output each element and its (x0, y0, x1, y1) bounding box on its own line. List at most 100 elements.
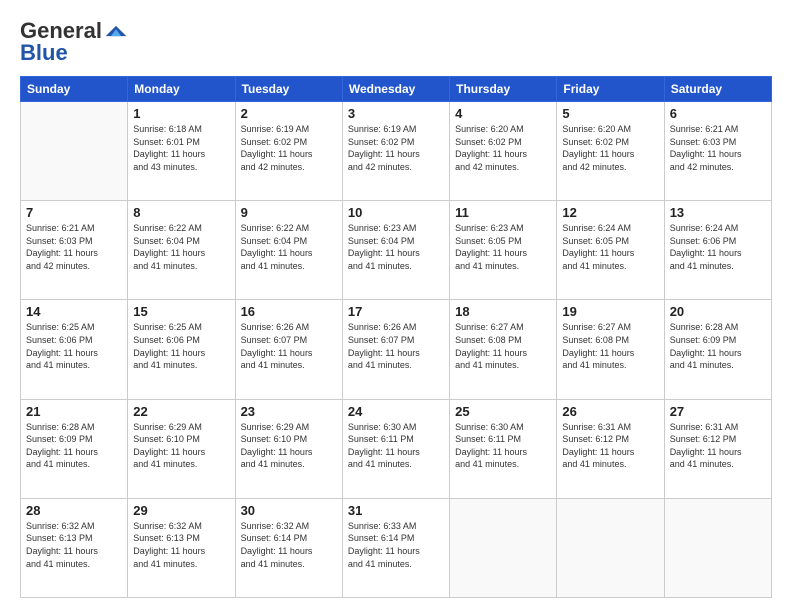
day-info: Sunrise: 6:19 AM Sunset: 6:02 PM Dayligh… (348, 123, 444, 173)
week-row-4: 28Sunrise: 6:32 AM Sunset: 6:13 PM Dayli… (21, 498, 772, 597)
calendar-cell: 26Sunrise: 6:31 AM Sunset: 6:12 PM Dayli… (557, 399, 664, 498)
day-number: 23 (241, 404, 337, 419)
day-info: Sunrise: 6:28 AM Sunset: 6:09 PM Dayligh… (26, 421, 122, 471)
week-row-3: 21 Sunrise: 6:28 AM Sunset: 6:09 PM Dayli… (21, 399, 772, 498)
day-number: 26 (562, 404, 658, 419)
day-info: Sunrise: 6:29 AM Sunset: 6:10 PM Dayligh… (133, 421, 229, 471)
day-number: 14 (26, 304, 122, 319)
day-info: Sunrise: 6:31 AM Sunset: 6:12 PM Dayligh… (670, 421, 766, 471)
calendar-cell: 21 Sunrise: 6:28 AM Sunset: 6:09 PM Dayli… (21, 399, 128, 498)
day-info: Sunrise: 6:25 AM Sunset: 6:06 PM Dayligh… (133, 321, 229, 371)
day-number: 8 (133, 205, 229, 220)
calendar-table: SundayMondayTuesdayWednesdayThursdayFrid… (20, 76, 772, 598)
calendar-cell: 11 Sunrise: 6:23 AM Sunset: 6:05 PM Dayli… (450, 201, 557, 300)
day-number: 17 (348, 304, 444, 319)
day-info: Sunrise: 6:28 AM Sunset: 6:09 PM Dayligh… (670, 321, 766, 371)
day-info: Sunrise: 6:21 AM Sunset: 6:03 PM Dayligh… (670, 123, 766, 173)
day-info: Sunrise: 6:27 AM Sunset: 6:08 PM Dayligh… (562, 321, 658, 371)
day-info: Sunrise: 6:23 AM Sunset: 6:04 PM Dayligh… (348, 222, 444, 272)
day-info: Sunrise: 6:19 AM Sunset: 6:02 PM Dayligh… (241, 123, 337, 173)
calendar-cell: 20 Sunrise: 6:28 AM Sunset: 6:09 PM Dayli… (664, 300, 771, 399)
day-number: 18 (455, 304, 551, 319)
day-number: 19 (562, 304, 658, 319)
day-number: 11 (455, 205, 551, 220)
day-number: 25 (455, 404, 551, 419)
week-row-2: 14 Sunrise: 6:25 AM Sunset: 6:06 PM Dayli… (21, 300, 772, 399)
day-number: 2 (241, 106, 337, 121)
day-number: 1 (133, 106, 229, 121)
calendar-cell: 1 Sunrise: 6:18 AM Sunset: 6:01 PM Daylig… (128, 102, 235, 201)
weekday-header-row: SundayMondayTuesdayWednesdayThursdayFrid… (21, 77, 772, 102)
day-info: Sunrise: 6:30 AM Sunset: 6:11 PM Dayligh… (348, 421, 444, 471)
calendar-cell (21, 102, 128, 201)
day-info: Sunrise: 6:22 AM Sunset: 6:04 PM Dayligh… (133, 222, 229, 272)
calendar-cell: 18 Sunrise: 6:27 AM Sunset: 6:08 PM Dayli… (450, 300, 557, 399)
calendar-cell: 30 Sunrise: 6:32 AM Sunset: 6:14 PM Dayli… (235, 498, 342, 597)
header: General Blue (20, 18, 772, 66)
day-number: 27 (670, 404, 766, 419)
calendar-cell: 10 Sunrise: 6:23 AM Sunset: 6:04 PM Dayli… (342, 201, 449, 300)
day-info: Sunrise: 6:25 AM Sunset: 6:06 PM Dayligh… (26, 321, 122, 371)
day-info: Sunrise: 6:21 AM Sunset: 6:03 PM Dayligh… (26, 222, 122, 272)
day-info: Sunrise: 6:22 AM Sunset: 6:04 PM Dayligh… (241, 222, 337, 272)
day-info: Sunrise: 6:26 AM Sunset: 6:07 PM Dayligh… (348, 321, 444, 371)
calendar-cell: 5 Sunrise: 6:20 AM Sunset: 6:02 PM Daylig… (557, 102, 664, 201)
logo: General Blue (20, 18, 128, 66)
day-number: 16 (241, 304, 337, 319)
day-info: Sunrise: 6:33 AM Sunset: 6:14 PM Dayligh… (348, 520, 444, 570)
day-number: 4 (455, 106, 551, 121)
day-info: Sunrise: 6:30 AM Sunset: 6:11 PM Dayligh… (455, 421, 551, 471)
day-number: 20 (670, 304, 766, 319)
calendar-cell (450, 498, 557, 597)
day-number: 7 (26, 205, 122, 220)
calendar-cell (557, 498, 664, 597)
calendar-cell: 12Sunrise: 6:24 AM Sunset: 6:05 PM Dayli… (557, 201, 664, 300)
calendar-cell: 22Sunrise: 6:29 AM Sunset: 6:10 PM Dayli… (128, 399, 235, 498)
calendar-cell: 9Sunrise: 6:22 AM Sunset: 6:04 PM Daylig… (235, 201, 342, 300)
calendar-cell: 4 Sunrise: 6:20 AM Sunset: 6:02 PM Daylig… (450, 102, 557, 201)
day-number: 5 (562, 106, 658, 121)
calendar-cell: 23 Sunrise: 6:29 AM Sunset: 6:10 PM Dayli… (235, 399, 342, 498)
day-info: Sunrise: 6:32 AM Sunset: 6:13 PM Dayligh… (133, 520, 229, 570)
day-number: 21 (26, 404, 122, 419)
weekday-header-tuesday: Tuesday (235, 77, 342, 102)
day-number: 12 (562, 205, 658, 220)
day-info: Sunrise: 6:27 AM Sunset: 6:08 PM Dayligh… (455, 321, 551, 371)
day-number: 6 (670, 106, 766, 121)
weekday-header-wednesday: Wednesday (342, 77, 449, 102)
day-number: 30 (241, 503, 337, 518)
calendar-cell: 28Sunrise: 6:32 AM Sunset: 6:13 PM Dayli… (21, 498, 128, 597)
day-number: 24 (348, 404, 444, 419)
day-info: Sunrise: 6:23 AM Sunset: 6:05 PM Dayligh… (455, 222, 551, 272)
calendar-cell: 7 Sunrise: 6:21 AM Sunset: 6:03 PM Daylig… (21, 201, 128, 300)
calendar-cell: 16Sunrise: 6:26 AM Sunset: 6:07 PM Dayli… (235, 300, 342, 399)
weekday-header-friday: Friday (557, 77, 664, 102)
day-number: 29 (133, 503, 229, 518)
day-number: 3 (348, 106, 444, 121)
day-info: Sunrise: 6:20 AM Sunset: 6:02 PM Dayligh… (562, 123, 658, 173)
weekday-header-sunday: Sunday (21, 77, 128, 102)
calendar-cell: 6 Sunrise: 6:21 AM Sunset: 6:03 PM Daylig… (664, 102, 771, 201)
day-number: 10 (348, 205, 444, 220)
week-row-1: 7 Sunrise: 6:21 AM Sunset: 6:03 PM Daylig… (21, 201, 772, 300)
calendar-cell: 29 Sunrise: 6:32 AM Sunset: 6:13 PM Dayli… (128, 498, 235, 597)
calendar-cell: 2 Sunrise: 6:19 AM Sunset: 6:02 PM Daylig… (235, 102, 342, 201)
calendar-cell: 25 Sunrise: 6:30 AM Sunset: 6:11 PM Dayli… (450, 399, 557, 498)
calendar-cell: 31Sunrise: 6:33 AM Sunset: 6:14 PM Dayli… (342, 498, 449, 597)
day-info: Sunrise: 6:24 AM Sunset: 6:06 PM Dayligh… (670, 222, 766, 272)
calendar-cell: 3 Sunrise: 6:19 AM Sunset: 6:02 PM Daylig… (342, 102, 449, 201)
calendar-cell (664, 498, 771, 597)
calendar-cell: 24 Sunrise: 6:30 AM Sunset: 6:11 PM Dayli… (342, 399, 449, 498)
day-info: Sunrise: 6:20 AM Sunset: 6:02 PM Dayligh… (455, 123, 551, 173)
weekday-header-thursday: Thursday (450, 77, 557, 102)
calendar-cell: 15 Sunrise: 6:25 AM Sunset: 6:06 PM Dayli… (128, 300, 235, 399)
day-info: Sunrise: 6:32 AM Sunset: 6:13 PM Dayligh… (26, 520, 122, 570)
weekday-header-monday: Monday (128, 77, 235, 102)
page: General Blue SundayMondayTuesdayWednesda… (0, 0, 792, 612)
weekday-header-saturday: Saturday (664, 77, 771, 102)
day-info: Sunrise: 6:32 AM Sunset: 6:14 PM Dayligh… (241, 520, 337, 570)
day-info: Sunrise: 6:18 AM Sunset: 6:01 PM Dayligh… (133, 123, 229, 173)
calendar-cell: 13Sunrise: 6:24 AM Sunset: 6:06 PM Dayli… (664, 201, 771, 300)
day-number: 15 (133, 304, 229, 319)
day-info: Sunrise: 6:29 AM Sunset: 6:10 PM Dayligh… (241, 421, 337, 471)
